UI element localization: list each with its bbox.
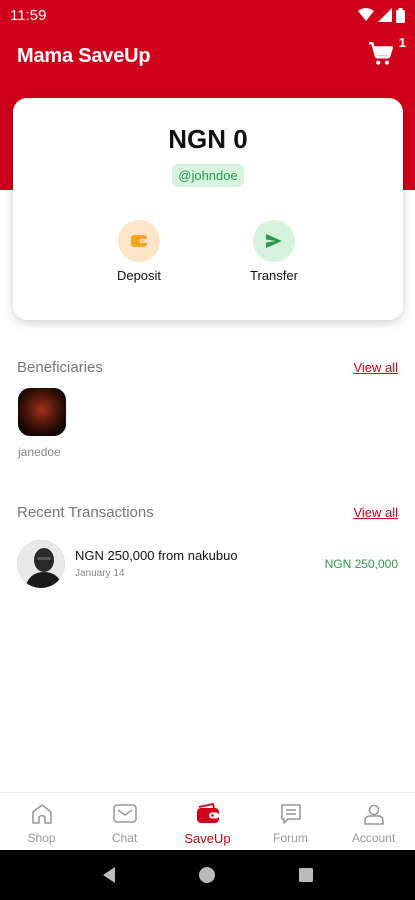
nav-shop[interactable]: Shop [0, 793, 83, 850]
nav-saveup-label: SaveUp [184, 831, 231, 846]
send-icon [266, 234, 282, 248]
transaction-amount: NGN 250,000 [324, 557, 398, 571]
beneficiary-avatar [18, 388, 66, 436]
cart-count-badge: 1 [398, 35, 406, 50]
system-navigation-bar [0, 850, 415, 900]
forum-icon [280, 804, 301, 824]
deposit-icon-circle [118, 220, 160, 262]
beneficiaries-view-all-link[interactable]: View all [353, 360, 398, 375]
cart-button[interactable]: 1 [368, 35, 406, 71]
recent-transactions-title: Recent Transactions [17, 504, 154, 521]
transaction-row[interactable]: NGN 250,000 from nakubuo January 14 NGN … [17, 540, 398, 588]
beneficiaries-title: Beneficiaries [17, 359, 103, 376]
home-icon[interactable] [198, 866, 216, 884]
nav-shop-label: Shop [27, 831, 56, 845]
wifi-icon [358, 8, 374, 21]
nav-forum[interactable]: Forum [249, 793, 332, 850]
nav-forum-label: Forum [273, 831, 308, 845]
nav-chat[interactable]: Chat [83, 793, 166, 850]
cart-icon [369, 41, 394, 65]
transactions-view-all-link[interactable]: View all [353, 505, 398, 520]
nav-chat-label: Chat [111, 831, 138, 845]
wallet-icon [131, 235, 147, 247]
app-title: Mama SaveUp [17, 44, 151, 67]
transaction-avatar [17, 540, 65, 588]
deposit-button[interactable]: Deposit [99, 220, 179, 283]
bottom-navigation: Shop Chat SaveUp Forum Account [0, 792, 415, 850]
status-bar: 11:59 [0, 0, 415, 30]
transaction-date: January 14 [75, 568, 125, 579]
nav-account[interactable]: Account [332, 793, 415, 850]
transfer-button[interactable]: Transfer [234, 220, 314, 283]
person-photo [17, 540, 65, 588]
status-time: 11:59 [10, 6, 47, 24]
signal-icon [378, 8, 392, 22]
transfer-icon-circle [253, 220, 295, 262]
wallet-balance: NGN 0 [168, 124, 248, 154]
beneficiary-name: janedoe [18, 445, 61, 459]
app-bar: Mama SaveUp 1 [0, 35, 415, 76]
transfer-label: Transfer [250, 268, 298, 283]
chat-icon [112, 804, 137, 823]
wallet-card: NGN 0 @johndoe Deposit Transfer [13, 98, 403, 320]
back-icon[interactable] [101, 866, 117, 884]
user-handle-badge: @johndoe [172, 164, 244, 187]
beneficiary-item[interactable]: janedoe [18, 388, 70, 459]
account-icon [363, 804, 384, 825]
deposit-label: Deposit [116, 268, 162, 283]
transaction-title: NGN 250,000 from nakubuo [75, 548, 238, 563]
recents-icon[interactable] [298, 867, 314, 883]
nav-account-label: Account [351, 831, 396, 845]
battery-icon [396, 7, 405, 23]
wallet-icon [196, 803, 219, 823]
nav-saveup[interactable]: SaveUp [166, 793, 249, 850]
shop-icon [31, 804, 52, 824]
status-icons [358, 7, 405, 23]
